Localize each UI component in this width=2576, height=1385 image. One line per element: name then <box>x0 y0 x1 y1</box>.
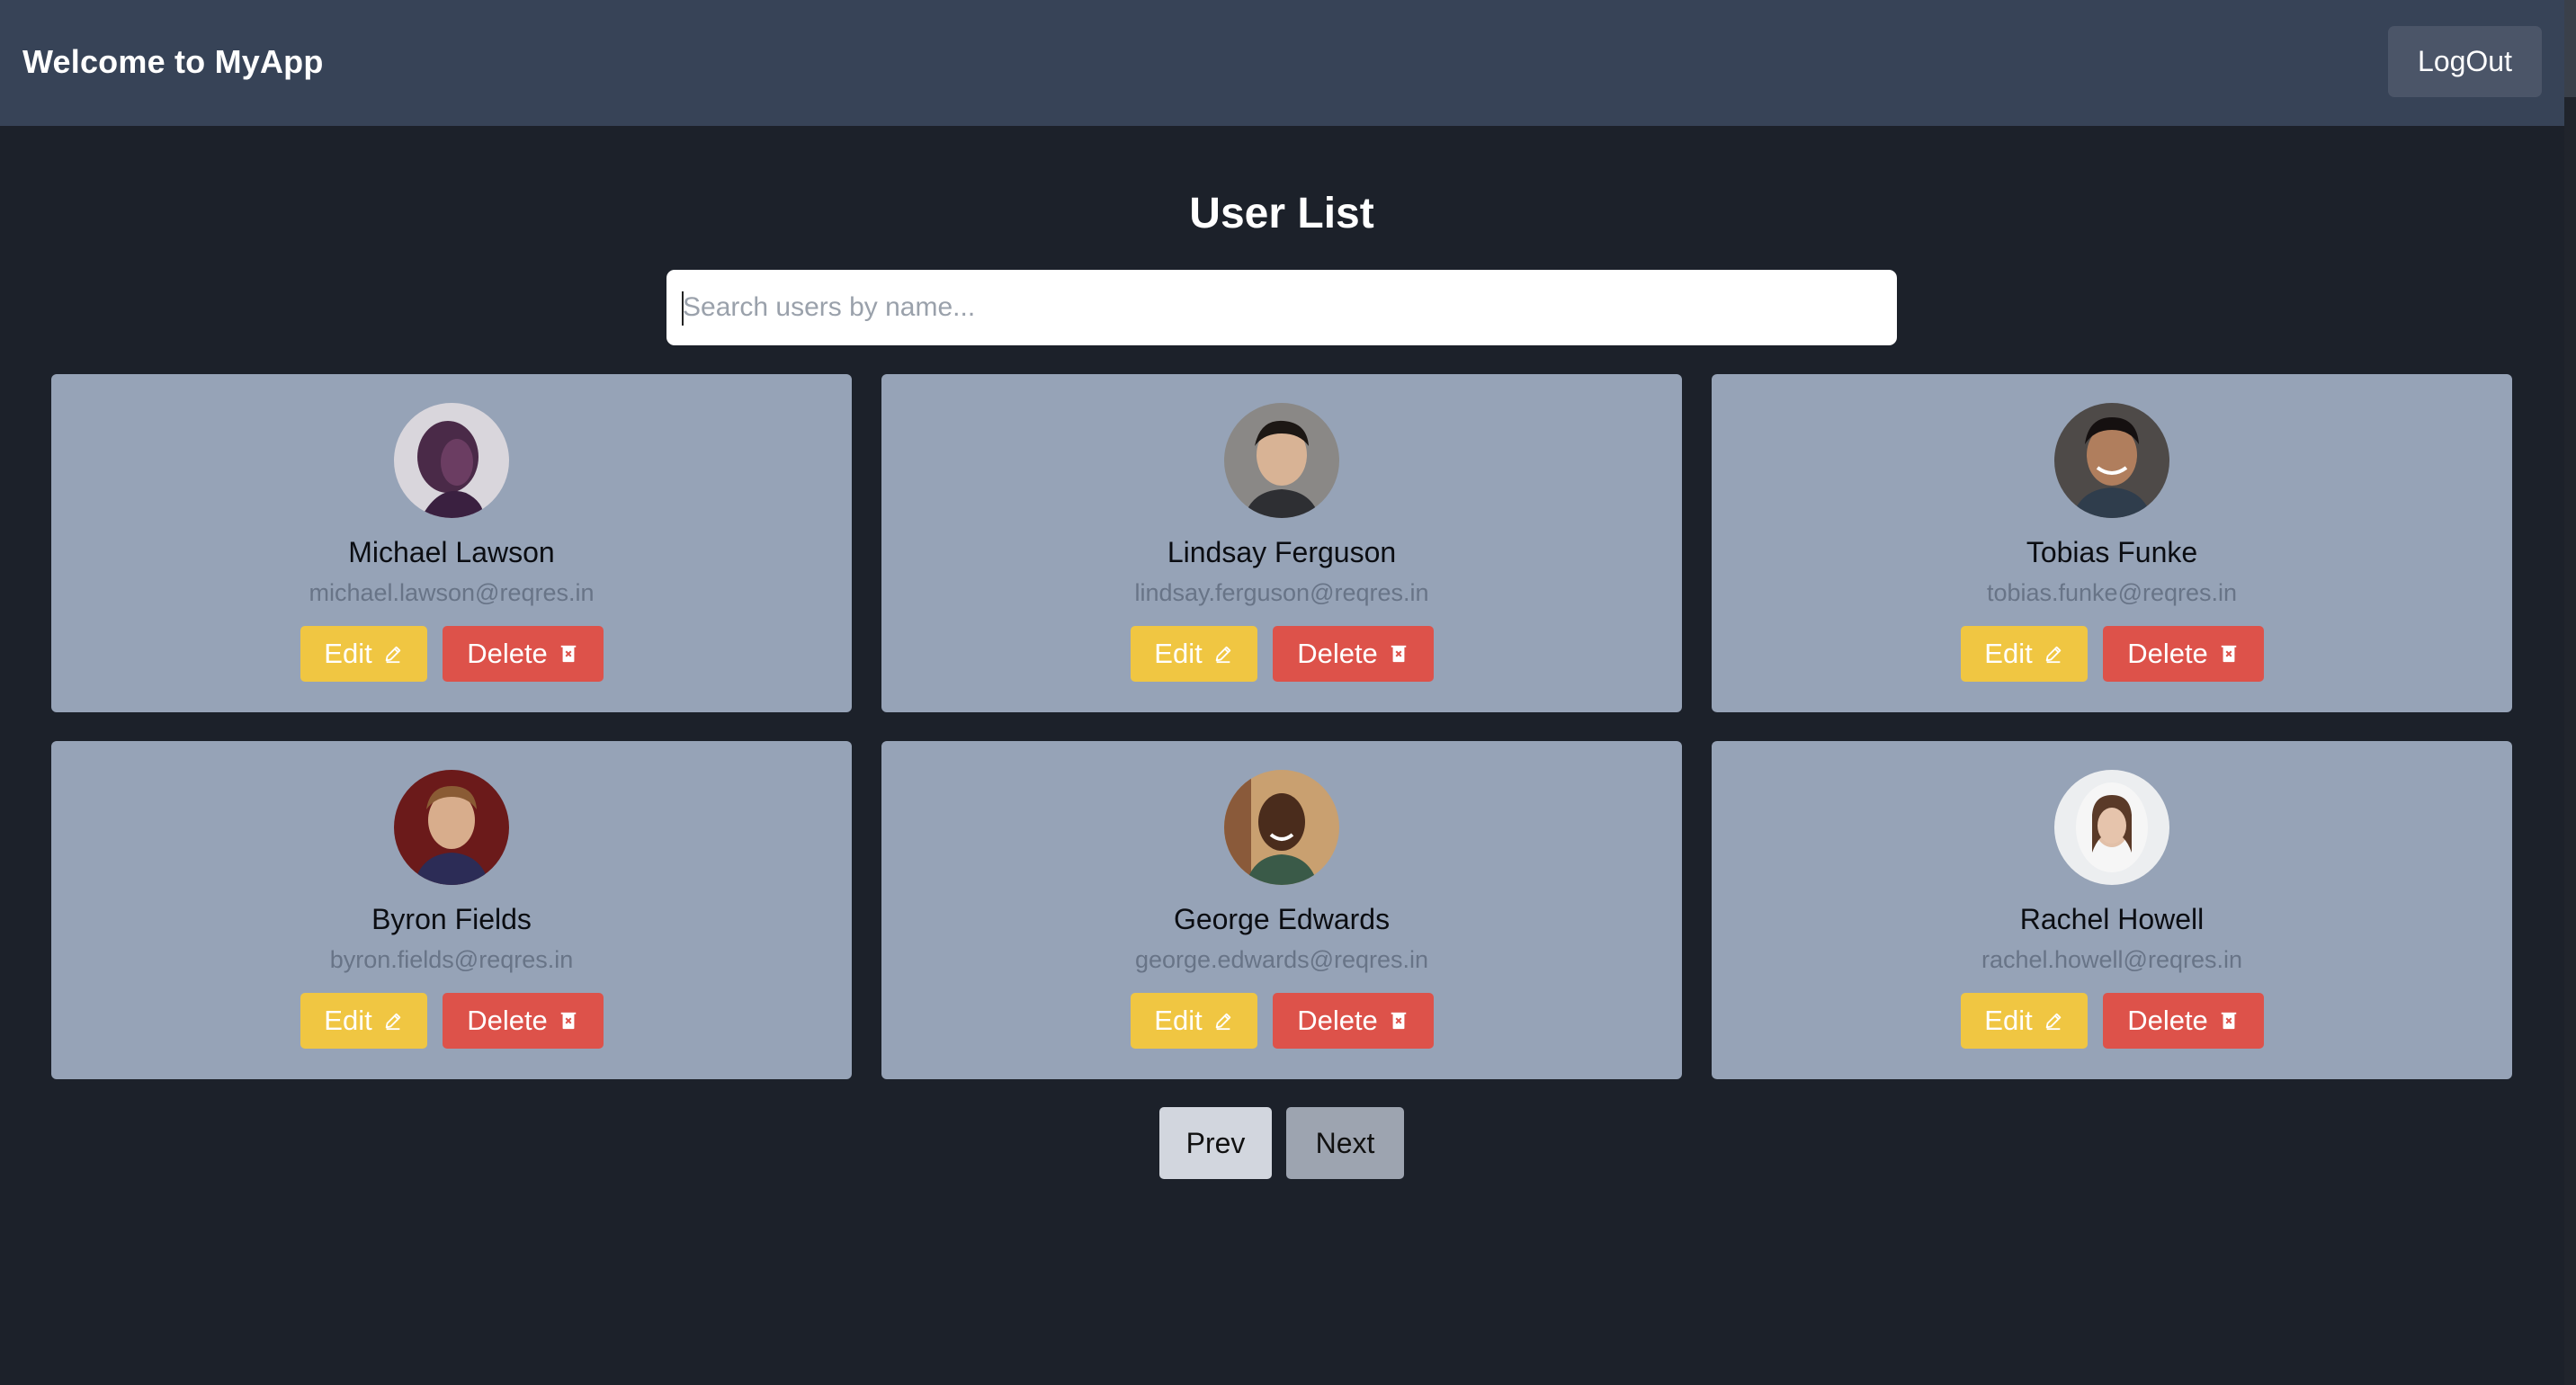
avatar <box>2054 770 2169 885</box>
edit-button[interactable]: Edit <box>300 626 427 682</box>
pencil-icon <box>1213 1011 1233 1031</box>
avatar <box>394 403 509 518</box>
user-name: George Edwards <box>1173 903 1391 935</box>
delete-button[interactable]: Delete <box>2102 993 2264 1049</box>
avatar <box>2054 403 2169 518</box>
logout-button[interactable]: LogOut <box>2388 26 2542 97</box>
trash-icon <box>1389 1011 1409 1031</box>
app-title: Welcome to MyApp <box>22 43 324 80</box>
card-actions: Edit Delete <box>1712 993 2512 1049</box>
user-email: michael.lawson@reqres.in <box>309 579 595 606</box>
delete-label: Delete <box>2127 638 2208 669</box>
user-name: Lindsay Ferguson <box>1167 536 1397 568</box>
delete-button[interactable]: Delete <box>1272 993 1434 1049</box>
user-name: Byron Fields <box>371 903 532 935</box>
card-actions: Edit Delete <box>51 626 852 682</box>
avatar <box>394 770 509 885</box>
user-card: George Edwards george.edwards@reqres.in … <box>881 741 1682 1079</box>
pencil-icon <box>2044 644 2063 664</box>
user-email: tobias.funke@reqres.in <box>1986 579 2238 606</box>
user-email: lindsay.ferguson@reqres.in <box>1134 579 1429 606</box>
edit-button[interactable]: Edit <box>1130 993 1257 1049</box>
user-card: Rachel Howell rachel.howell@reqres.in Ed… <box>1712 741 2512 1079</box>
delete-label: Delete <box>1297 638 1378 669</box>
delete-button[interactable]: Delete <box>1272 626 1434 682</box>
user-email: byron.fields@reqres.in <box>329 946 574 973</box>
user-name: Rachel Howell <box>2019 903 2205 935</box>
edit-label: Edit <box>1984 638 2033 669</box>
edit-label: Edit <box>324 638 372 669</box>
card-actions: Edit Delete <box>1712 626 2512 682</box>
delete-label: Delete <box>467 1005 548 1036</box>
pencil-icon <box>2044 1011 2063 1031</box>
pencil-icon <box>383 1011 403 1031</box>
delete-button[interactable]: Delete <box>2102 626 2264 682</box>
trash-icon <box>1389 644 1409 664</box>
user-card: Byron Fields byron.fields@reqres.in Edit… <box>51 741 852 1079</box>
prev-button[interactable]: Prev <box>1159 1107 1272 1179</box>
delete-label: Delete <box>1297 1005 1378 1036</box>
edit-button[interactable]: Edit <box>1130 626 1257 682</box>
card-actions: Edit Delete <box>881 993 1682 1049</box>
trash-icon <box>559 644 578 664</box>
next-button[interactable]: Next <box>1286 1107 1404 1179</box>
user-card: Tobias Funke tobias.funke@reqres.in Edit… <box>1712 374 2512 712</box>
text-caret <box>682 291 684 326</box>
delete-button[interactable]: Delete <box>442 993 604 1049</box>
edit-label: Edit <box>1154 1005 1203 1036</box>
trash-icon <box>2219 1011 2239 1031</box>
user-name: Tobias Funke <box>2026 536 2198 568</box>
search-input[interactable] <box>666 270 1897 345</box>
page-title: User List <box>1189 190 1374 237</box>
avatar <box>1224 403 1339 518</box>
user-email: rachel.howell@reqres.in <box>1981 946 2243 973</box>
delete-label: Delete <box>467 638 548 669</box>
edit-label: Edit <box>1154 638 1203 669</box>
trash-icon <box>2219 644 2239 664</box>
card-actions: Edit Delete <box>881 626 1682 682</box>
pencil-icon <box>1213 644 1233 664</box>
edit-label: Edit <box>324 1005 372 1036</box>
edit-button[interactable]: Edit <box>1960 993 2088 1049</box>
app-page: Welcome to MyApp LogOut User List Michae… <box>0 0 2576 1385</box>
delete-button[interactable]: Delete <box>442 626 604 682</box>
delete-label: Delete <box>2127 1005 2208 1036</box>
pencil-icon <box>383 644 403 664</box>
trash-icon <box>559 1011 578 1031</box>
user-card: Michael Lawson michael.lawson@reqres.in … <box>51 374 852 712</box>
edit-button[interactable]: Edit <box>300 993 427 1049</box>
top-header: Welcome to MyApp LogOut <box>0 0 2576 126</box>
scrollbar[interactable] <box>2564 0 2576 1385</box>
user-email: george.edwards@reqres.in <box>1134 946 1429 973</box>
scrollbar-thumb[interactable] <box>2564 0 2576 97</box>
user-name: Michael Lawson <box>348 536 555 568</box>
edit-label: Edit <box>1984 1005 2033 1036</box>
card-actions: Edit Delete <box>51 993 852 1049</box>
user-card: Lindsay Ferguson lindsay.ferguson@reqres… <box>881 374 1682 712</box>
avatar <box>1224 770 1339 885</box>
edit-button[interactable]: Edit <box>1960 626 2088 682</box>
